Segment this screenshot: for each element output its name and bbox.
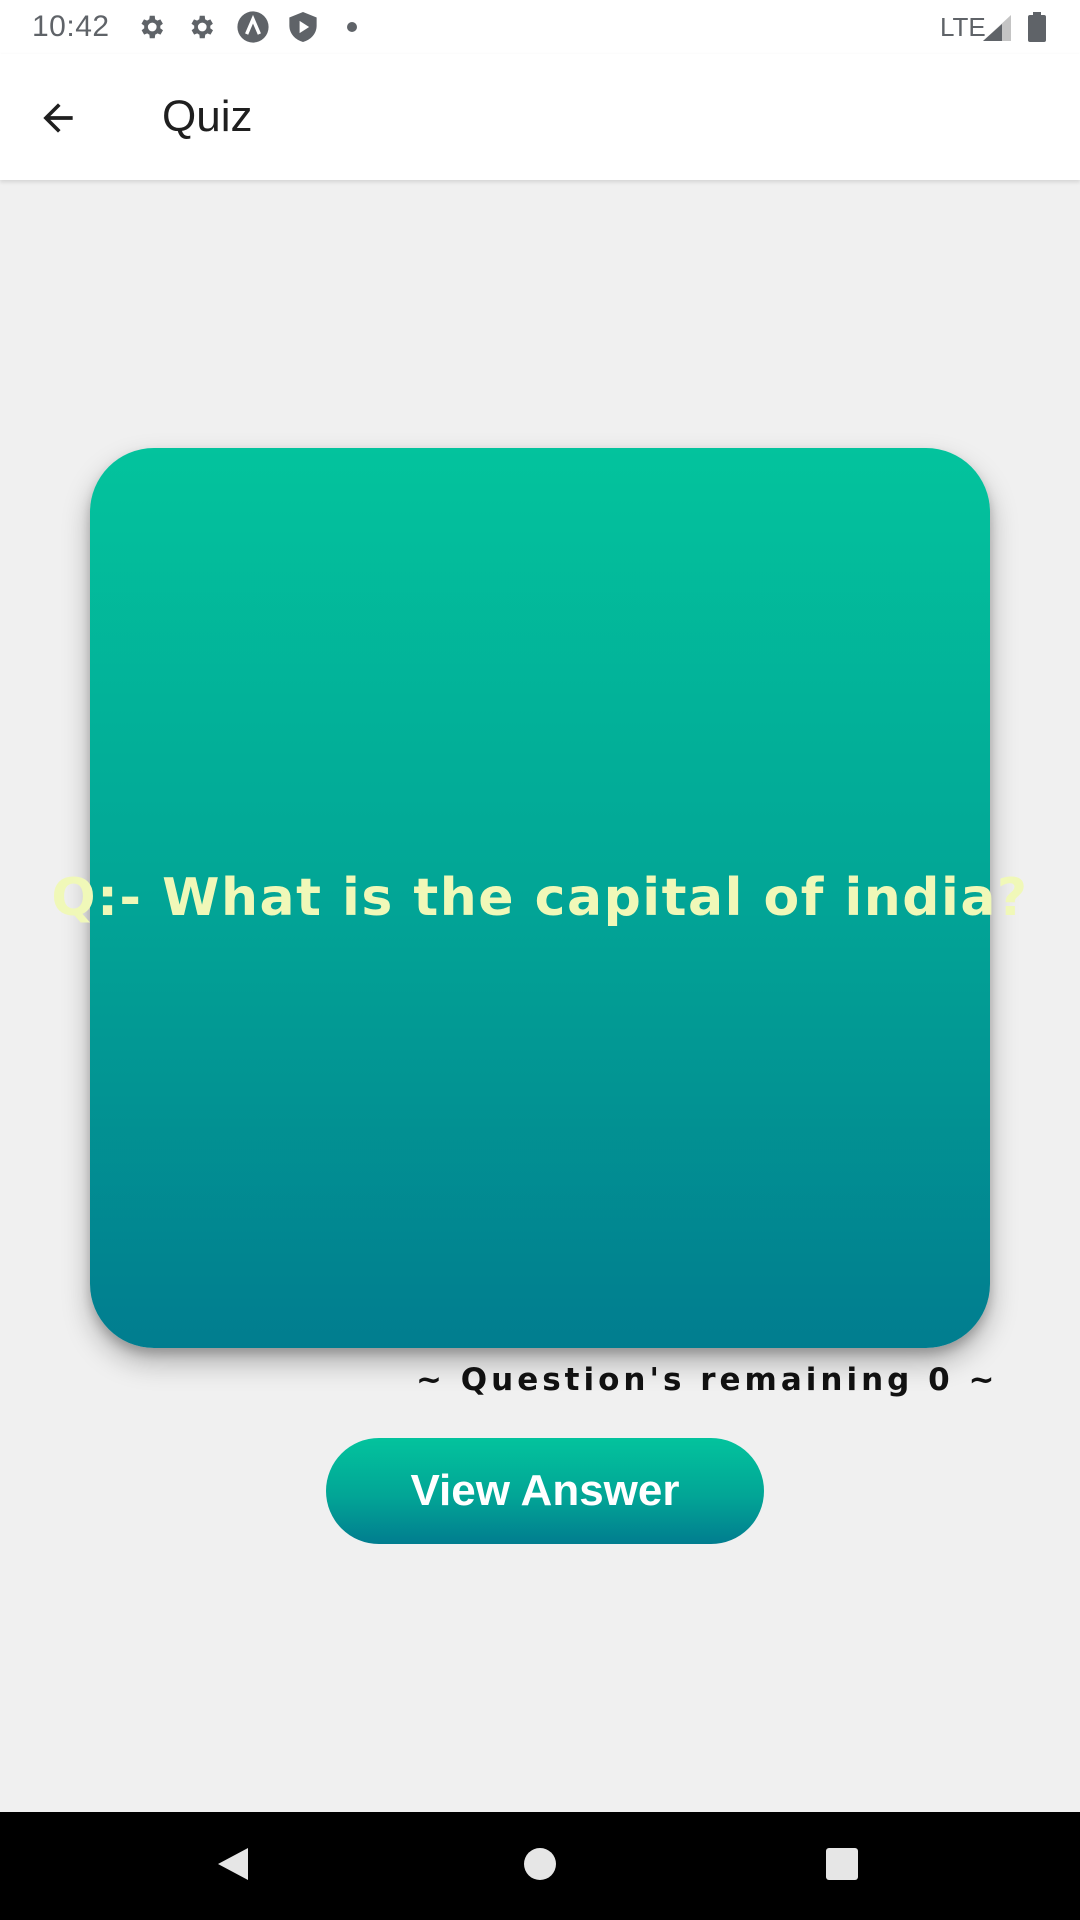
recents-square-icon xyxy=(824,1846,860,1887)
nav-recents-button[interactable] xyxy=(806,1830,878,1902)
back-triangle-icon xyxy=(214,1844,254,1889)
status-bar: 10:42 LTE xyxy=(0,0,1080,54)
nav-back-button[interactable] xyxy=(198,1830,270,1902)
page-title: Quiz xyxy=(162,92,253,141)
status-time: 10:42 xyxy=(32,10,110,43)
questions-remaining-label: ~ Question's remaining 0 ~ xyxy=(416,1362,999,1398)
signal-icon xyxy=(982,14,1012,47)
view-answer-button[interactable]: View Answer xyxy=(326,1438,764,1544)
settings-icon xyxy=(186,12,216,47)
battery-icon xyxy=(1028,12,1046,47)
app-notification-icon xyxy=(236,10,270,49)
network-type: LTE xyxy=(940,12,986,42)
question-text: Q:- What is the capital of india? xyxy=(51,868,1029,928)
nav-home-button[interactable] xyxy=(504,1830,576,1902)
home-circle-icon xyxy=(522,1846,558,1887)
dot-icon xyxy=(346,20,358,38)
app-bar: Quiz xyxy=(0,54,1080,180)
navigation-bar xyxy=(0,1812,1080,1920)
shield-play-icon xyxy=(288,10,318,49)
screen: 10:42 LTE Quiz Q:- What is the capital o… xyxy=(0,0,1080,1920)
arrow-back-icon xyxy=(36,96,80,145)
question-card[interactable]: Q:- What is the capital of india? xyxy=(51,448,1027,1348)
settings-icon xyxy=(136,12,166,47)
back-button[interactable] xyxy=(22,84,94,156)
